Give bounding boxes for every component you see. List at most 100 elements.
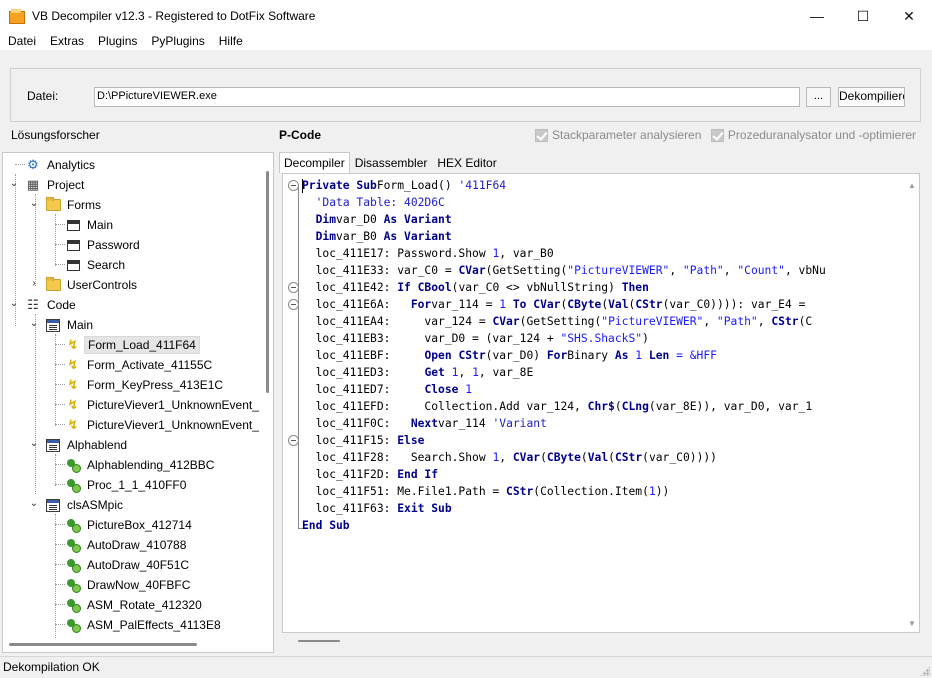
code-line: loc_411ED3: Get 1, 1, var_8E [302,366,534,379]
menu-pyplugins[interactable]: PyPlugins [144,34,211,48]
code-line: loc_411E6A: Forvar_114 = 1 To CVar(CByte… [302,298,813,311]
chevron-down-icon[interactable]: ⌄ [29,499,39,509]
tree-item-module-main[interactable]: Main [45,315,96,335]
tree-item-picturebox[interactable]: PictureBox_412714 [65,515,195,535]
proc-analyzer-checkbox[interactable]: Prozeduranalysator und -optimierer [711,128,916,142]
tree-item-form-load[interactable]: ↯ Form_Load_411F64 [65,335,200,355]
tree-item-form-activate[interactable]: ↯ Form_Activate_41155C [65,355,215,375]
chevron-down-icon[interactable]: ⌄ [29,319,39,329]
scroll-down-icon[interactable]: ▼ [908,619,916,628]
form-icon [65,237,81,253]
code-horizontal-scrollbar[interactable] [282,634,904,648]
tree-item-asm-rotate[interactable]: ASM_Rotate_412320 [65,595,205,615]
tree-vertical-scrollbar[interactable] [261,153,273,638]
code-editor[interactable]: Private SubForm_Load() '411F64 'Data Tab… [282,173,920,633]
tree-item-asm-paleffects[interactable]: ASM_PalEffects_4113E8 [65,615,224,635]
stack-params-checkbox[interactable]: Stackparameter analysieren [535,128,701,142]
code-vertical-scrollbar[interactable]: ▲ ▼ [905,174,919,632]
tree-item-alphablending[interactable]: Alphablending_412BBC [65,455,217,475]
procedure-icon [65,517,81,533]
procedure-icon [65,577,81,593]
tree-item-form-search[interactable]: Search [65,255,128,275]
code-tabs: Decompiler Disassembler HEX Editor [279,152,502,173]
file-path-input[interactable]: D:\PPictureVIEWER.exe [94,87,800,107]
code-line: loc_411ED7: Close 1 [302,383,473,396]
tree-item-form-keypress[interactable]: ↯ Form_KeyPress_413E1C [65,375,226,395]
stack-params-label: Stackparameter analysieren [552,128,702,142]
resize-grip-icon[interactable] [920,666,930,676]
code-line: loc_411E33: var_C0 = CVar(GetSetting("Pi… [302,264,826,277]
tree-item-unknown-event-1[interactable]: ↯ PictureViever1_UnknownEvent_ [65,395,262,415]
code-line: loc_411EBF: Open CStr(var_D0) ForBinary … [302,349,717,362]
file-panel: Datei: D:\PPictureVIEWER.exe ... Dekompi… [10,68,921,122]
file-label: Datei: [27,89,59,103]
code-line: loc_411F51: Me.File1.Path = CStr(Collect… [302,485,670,498]
procedure-icon [65,537,81,553]
code-icon: ☷ [27,297,39,312]
tree-horizontal-scrollbar[interactable] [3,638,261,652]
browse-button[interactable]: ... [806,87,831,107]
menu-hilfe[interactable]: Hilfe [212,34,250,48]
tree-item-code[interactable]: ☷ Code [25,295,79,315]
tree-item-autodraw-1[interactable]: AutoDraw_410788 [65,535,189,555]
proc-analyzer-label: Prozeduranalysator und -optimierer [727,128,916,142]
code-line: loc_411EFD: Collection.Add var_124, Chr$… [302,400,813,413]
fold-minus-icon[interactable] [288,299,299,310]
fold-minus-icon[interactable] [288,282,299,293]
status-text: Dekompilation OK [3,660,100,674]
chevron-down-icon[interactable]: ⌄ [29,199,39,209]
procedure-icon [65,557,81,573]
chevron-right-icon[interactable]: › [29,279,39,289]
event-icon: ↯ [67,357,79,372]
code-line: loc_411EB3: var_D0 = (var_124 + "SHS.Sha… [302,332,649,345]
code-text: Private SubForm_Load() '411F64 'Data Tab… [302,177,826,534]
folder-icon [45,277,61,293]
maximize-icon[interactable]: ☐ [840,0,886,32]
procedure-icon [65,597,81,613]
chevron-down-icon[interactable]: ⌄ [9,179,19,189]
title-bar: VB Decompiler v12.3 - Registered to DotF… [0,0,932,32]
code-line: loc_411F63: Exit Sub [302,502,452,515]
event-icon: ↯ [67,337,79,352]
tab-hex-editor[interactable]: HEX Editor [432,152,501,173]
scroll-up-icon[interactable]: ▲ [908,181,916,190]
tree-item-drawnow[interactable]: DrawNow_40FBFC [65,575,193,595]
close-icon[interactable]: ✕ [886,0,932,32]
tree-item-forms[interactable]: Forms [45,195,104,215]
analytics-icon: ⚙ [27,157,39,172]
tree-item-project[interactable]: ▦ Project [25,175,87,195]
code-line: loc_411F2D: End If [302,468,439,481]
procedure-icon [65,477,81,493]
tree-item-form-password[interactable]: Password [65,235,143,255]
status-bar: Dekompilation OK [0,656,932,678]
menu-plugins[interactable]: Plugins [91,34,144,48]
code-line: loc_411F15: Else [302,434,425,447]
tree-item-form-main[interactable]: Main [65,215,116,235]
menu-extras[interactable]: Extras [43,34,91,48]
tree-item-clsasmpic[interactable]: clsASMpic [45,495,126,515]
chevron-down-icon[interactable]: ⌄ [9,299,19,309]
app-icon [9,9,25,24]
module-icon [45,497,61,513]
solution-explorer-label: Lösungsforscher [11,128,100,142]
fold-minus-icon[interactable] [288,180,299,191]
procedure-icon [65,617,81,633]
tree-item-unknown-event-2[interactable]: ↯ PictureViever1_UnknownEvent_ [65,415,262,435]
minimize-icon[interactable]: — [794,0,840,32]
tab-disassembler[interactable]: Disassembler [350,152,433,173]
tree-item-alphablend[interactable]: Alphablend [45,435,130,455]
code-line: loc_411EA4: var_124 = CVar(GetSetting("P… [302,315,813,328]
tab-decompiler[interactable]: Decompiler [279,152,350,173]
project-icon: ▦ [26,177,40,192]
fold-minus-icon[interactable] [288,435,299,446]
tree-item-usercontrols[interactable]: UserControls [45,275,140,295]
code-line: loc_411F0C: Nextvar_114 'Variant [302,417,547,430]
event-icon: ↯ [67,417,79,432]
chevron-down-icon[interactable]: ⌄ [29,439,39,449]
tree-item-autodraw-2[interactable]: AutoDraw_40F51C [65,555,192,575]
tree-item-analytics[interactable]: ⚙ Analytics [25,155,98,175]
decompile-button[interactable]: Dekompiliere [838,87,905,107]
code-line: Dimvar_D0 As Variant [315,213,452,226]
menu-datei[interactable]: Datei [0,34,43,48]
tree-item-proc-1-1[interactable]: Proc_1_1_410FF0 [65,475,189,495]
